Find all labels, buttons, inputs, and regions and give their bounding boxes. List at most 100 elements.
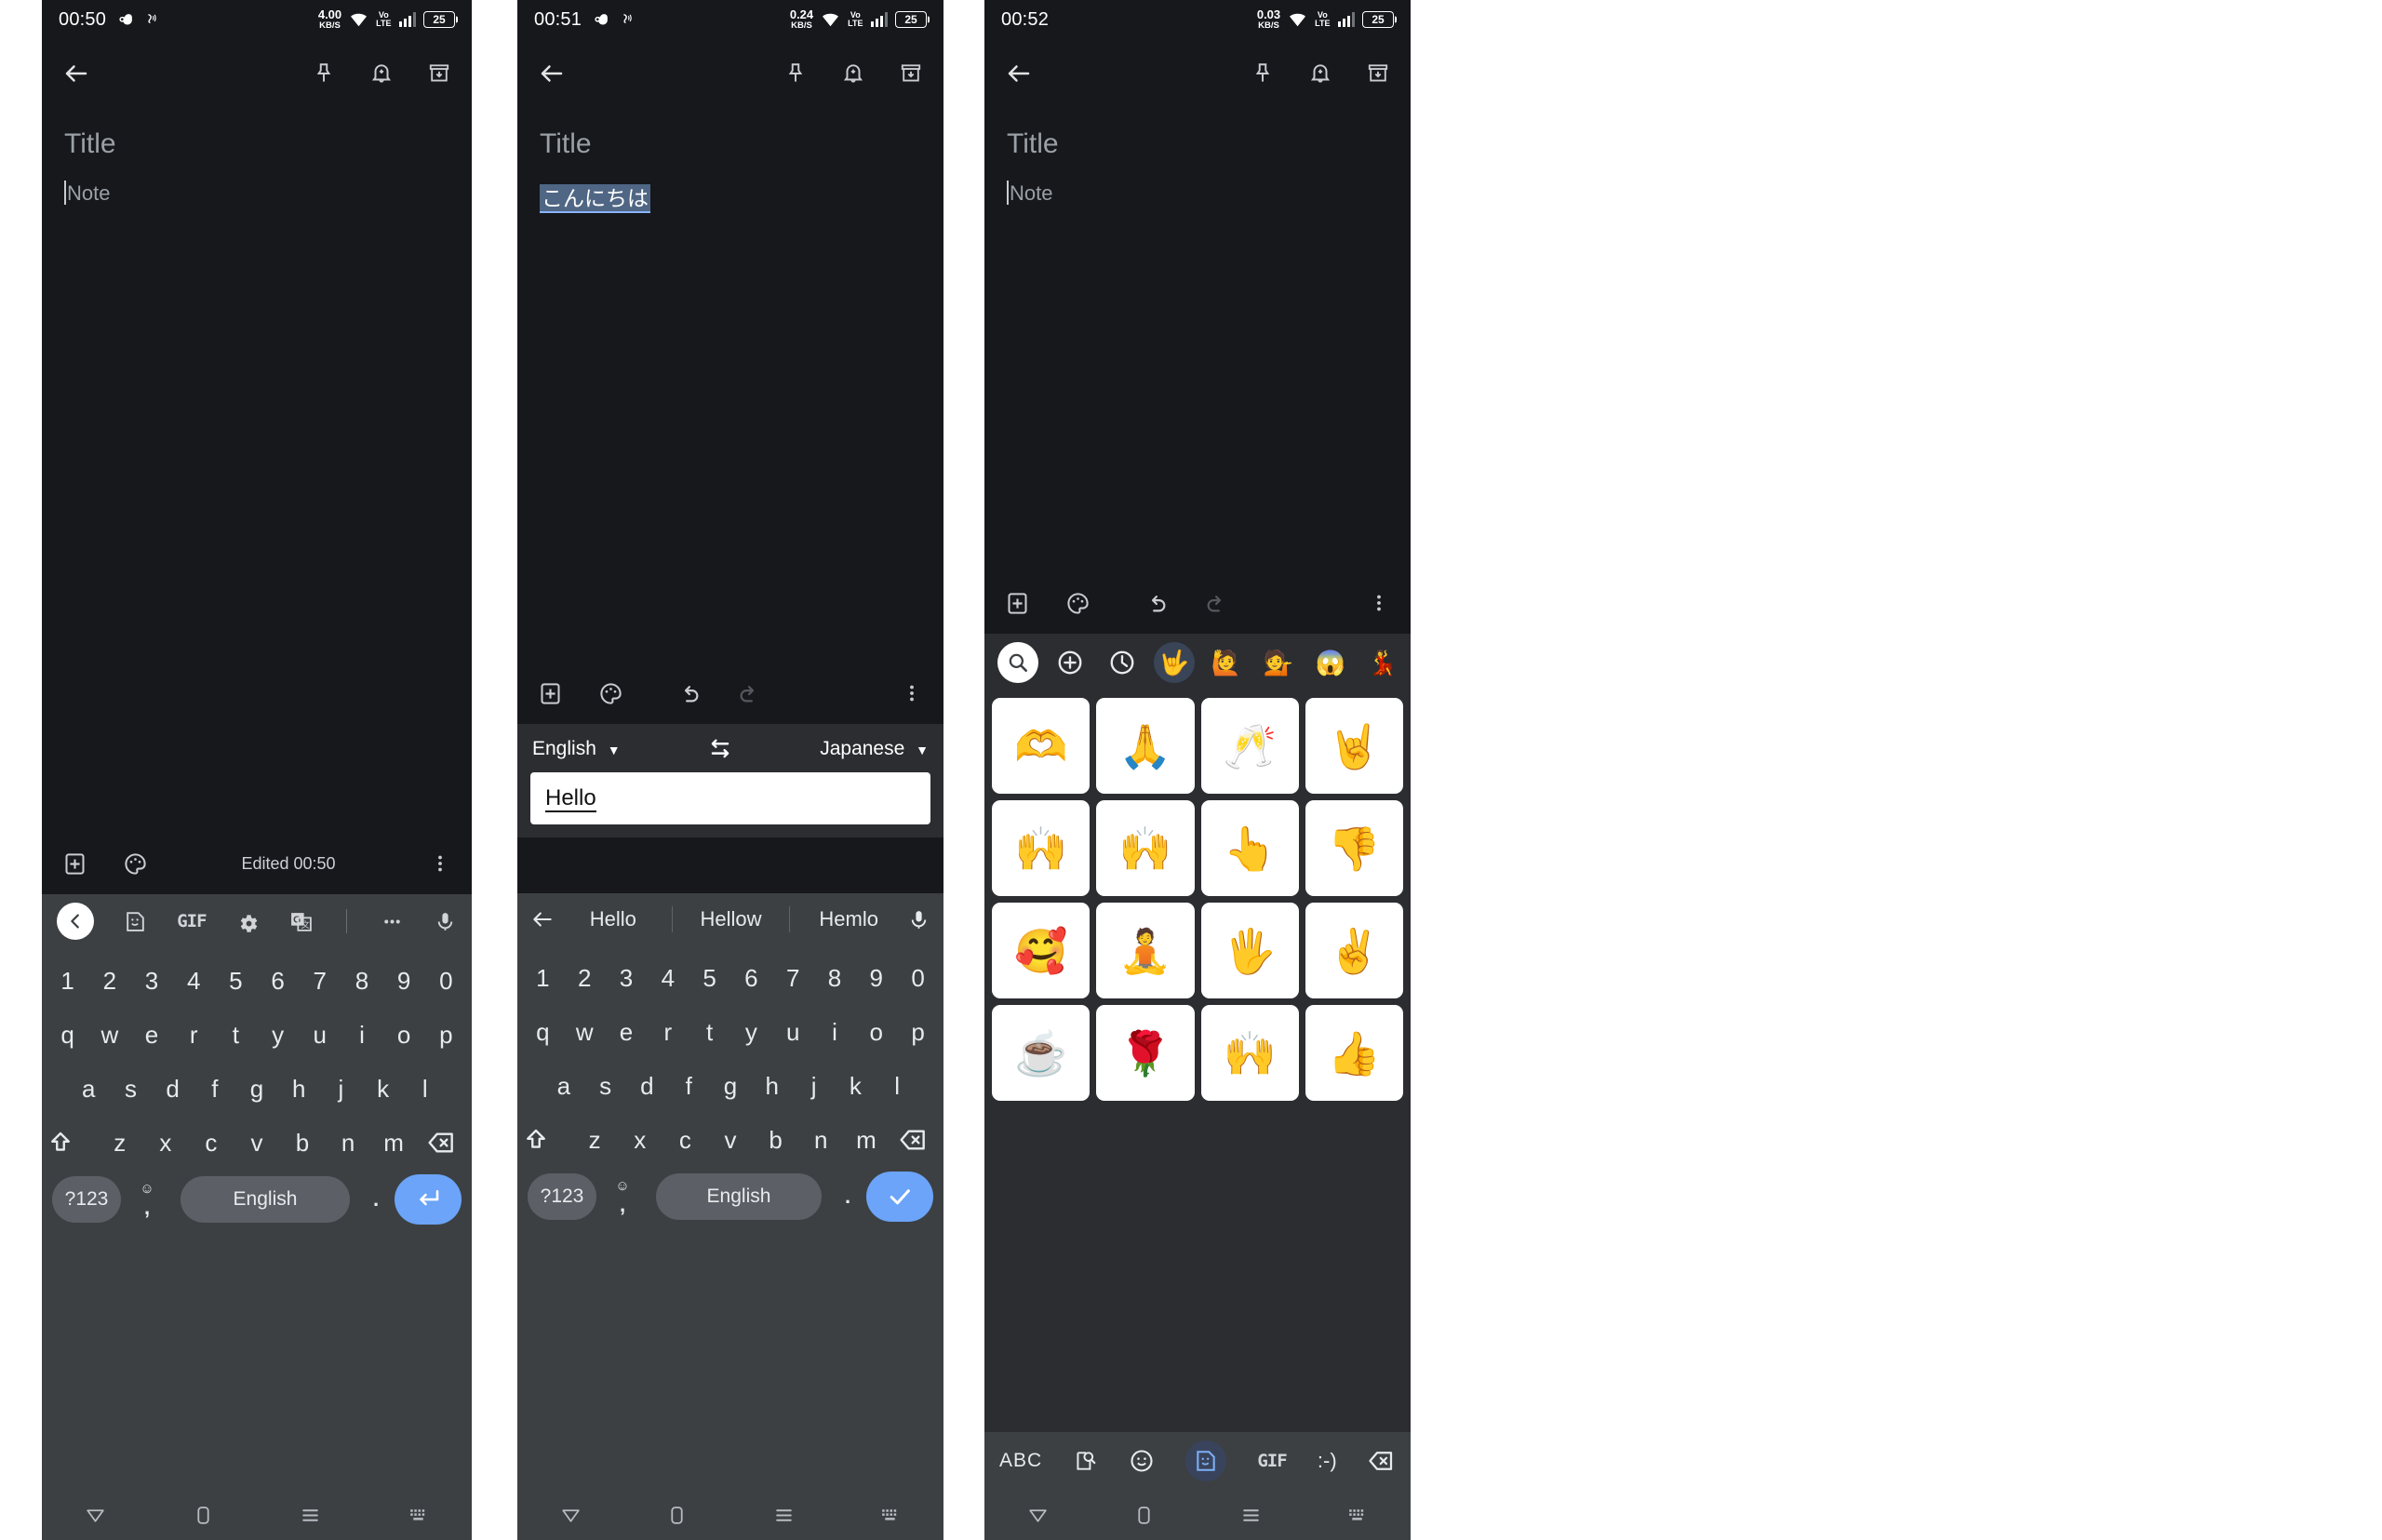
key-e[interactable]: e [130,1021,172,1050]
sticker-cell[interactable]: 🤘 [1305,698,1403,794]
key-6[interactable]: 6 [730,964,772,993]
confirm-key[interactable] [866,1172,933,1222]
key-4[interactable]: 4 [173,967,215,996]
nav-home-button[interactable] [1091,1504,1198,1527]
key-r[interactable]: r [173,1021,215,1050]
back-arrow-icon[interactable] [1005,60,1033,87]
palette-icon[interactable] [598,681,623,706]
palette-icon[interactable] [1065,591,1091,616]
gear-icon[interactable] [236,910,260,933]
suggestion-back-icon[interactable] [530,907,555,931]
key-w[interactable]: w [88,1021,130,1050]
shift-key[interactable] [522,1126,572,1154]
key-l[interactable]: l [404,1075,446,1104]
backspace-key[interactable] [417,1128,467,1158]
sticker-cell[interactable]: 🙌 [1200,1005,1299,1101]
key-z[interactable]: z [579,1126,610,1155]
pin-icon[interactable] [312,61,336,86]
emoticon-tab[interactable]: :-) [1318,1449,1337,1473]
spacebar[interactable]: English [181,1176,350,1223]
key-c[interactable]: c [669,1126,701,1155]
palette-icon[interactable] [123,851,148,877]
nav-back-button[interactable] [42,1504,150,1527]
key-u[interactable]: u [772,1018,814,1047]
key-f[interactable]: f [668,1072,710,1101]
key-p[interactable]: p [425,1021,467,1050]
spacebar[interactable]: English [656,1173,822,1220]
key-x[interactable]: x [150,1129,181,1158]
keyboard-toggle-icon[interactable] [365,1504,473,1527]
key-l[interactable]: l [877,1072,918,1101]
key-0[interactable]: 0 [897,964,939,993]
selected-text[interactable]: こんにちは [540,184,650,213]
key-j[interactable]: j [320,1075,362,1104]
pin-icon[interactable] [783,61,808,86]
key-r[interactable]: r [647,1018,689,1047]
suggestion-1[interactable]: Hellow [673,907,790,931]
key-u[interactable]: u [299,1021,341,1050]
key-5[interactable]: 5 [689,964,730,993]
backspace-icon[interactable] [1368,1447,1396,1475]
undo-icon[interactable] [1144,591,1170,616]
key-7[interactable]: 7 [299,967,341,996]
symbols-key[interactable]: ?123 [52,1176,121,1223]
key-z[interactable]: z [104,1129,136,1158]
key-t[interactable]: t [215,1021,257,1050]
suggestion-2[interactable]: Hemlo [790,907,907,931]
key-q[interactable]: q [47,1021,88,1050]
key-3[interactable]: 3 [130,967,172,996]
keyboard-toggle-icon[interactable] [837,1504,944,1527]
key-m[interactable]: m [850,1126,882,1155]
key-b[interactable]: b [287,1129,318,1158]
undo-icon[interactable] [677,681,703,706]
mic-icon[interactable] [907,908,930,931]
gif-button[interactable]: GIF [177,911,207,931]
enter-key[interactable] [395,1174,462,1225]
sticker-cell[interactable]: ☕ [992,1005,1091,1101]
add-box-icon[interactable] [538,681,563,706]
sticker-cell[interactable]: 🖐 [1200,903,1299,998]
key-p[interactable]: p [897,1018,939,1047]
nav-home-button[interactable] [150,1504,258,1527]
mic-icon[interactable] [434,910,457,933]
archive-icon[interactable] [899,61,923,86]
key-k[interactable]: k [362,1075,404,1104]
more-vertical-icon[interactable] [429,852,451,875]
key-8[interactable]: 8 [814,964,856,993]
back-chevron-icon[interactable] [57,903,94,940]
key-n[interactable]: n [332,1129,364,1158]
sticker-cell[interactable]: 🙌 [1096,800,1195,896]
add-reminder-icon[interactable] [1308,61,1332,86]
nav-recents-button[interactable] [257,1504,365,1527]
nav-recents-button[interactable] [730,1504,837,1527]
key-3[interactable]: 3 [606,964,648,993]
key-h[interactable]: h [751,1072,793,1101]
key-m[interactable]: m [378,1129,409,1158]
key-1[interactable]: 1 [522,964,564,993]
key-5[interactable]: 5 [215,967,257,996]
translate-input[interactable]: Hello [530,772,930,824]
swap-languages-icon[interactable] [706,737,734,761]
key-8[interactable]: 8 [341,967,382,996]
recent-clock-icon[interactable] [1102,642,1143,683]
archive-icon[interactable] [427,61,451,86]
sticker-cell[interactable]: 👎 [1305,800,1403,896]
sticker-cell[interactable]: 👍 [1305,1005,1403,1101]
sticker-cell[interactable]: 🥰 [992,903,1091,998]
key-q[interactable]: q [522,1018,564,1047]
key-s[interactable]: s [110,1075,152,1104]
image-search-icon[interactable] [1073,1449,1097,1473]
nav-back-button[interactable] [517,1504,624,1527]
symbols-key[interactable]: ?123 [528,1173,596,1220]
more-horizontal-icon[interactable] [381,910,404,933]
key-2[interactable]: 2 [564,964,606,993]
gif-tab[interactable]: GIF [1257,1451,1287,1471]
key-2[interactable]: 2 [88,967,130,996]
key-o[interactable]: o [855,1018,897,1047]
add-box-icon[interactable] [62,851,87,877]
target-language-select[interactable]: Japanese ▼ [820,738,929,760]
key-n[interactable]: n [805,1126,836,1155]
search-icon[interactable] [997,642,1038,683]
sticker-icon[interactable] [124,910,147,933]
key-g[interactable]: g [235,1075,277,1104]
